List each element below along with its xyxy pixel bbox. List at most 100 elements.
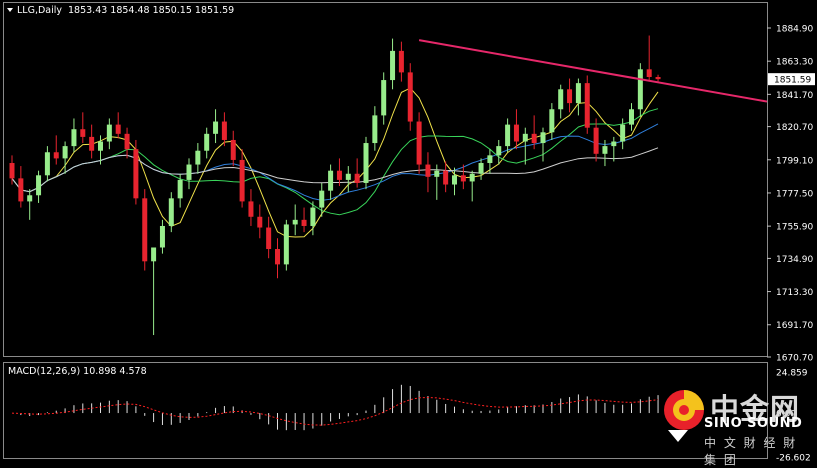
candle-body bbox=[310, 207, 316, 226]
candle bbox=[655, 74, 661, 82]
candle-body bbox=[620, 124, 626, 142]
chart-window: 1884.90 1863.30 1841.70 1820.70 1799.10 1777.… bbox=[0, 0, 817, 467]
candle-body bbox=[106, 124, 112, 142]
candle-body bbox=[18, 178, 24, 202]
resistance-trendline[interactable] bbox=[418, 39, 768, 103]
candle bbox=[195, 143, 201, 174]
candle-body bbox=[159, 225, 165, 248]
candle-body bbox=[53, 152, 59, 159]
price-tick-label: 1755.90 bbox=[776, 223, 813, 233]
candle-body bbox=[602, 146, 608, 154]
candle-body bbox=[9, 163, 15, 179]
candle bbox=[336, 158, 342, 187]
candle bbox=[496, 139, 502, 165]
candle-body bbox=[336, 170, 342, 180]
candle bbox=[106, 118, 112, 150]
candle-body bbox=[629, 109, 634, 125]
price-tick-label: 1863.30 bbox=[776, 58, 813, 68]
candle bbox=[248, 189, 254, 226]
candle bbox=[416, 112, 422, 174]
candle bbox=[292, 204, 298, 236]
candle-body bbox=[124, 133, 130, 150]
macd-label: MACD(12,26,9) 10.898 4.578 bbox=[8, 366, 147, 377]
candle bbox=[487, 149, 493, 174]
candle-body bbox=[151, 247, 157, 262]
candle-body bbox=[80, 129, 86, 137]
candle-body bbox=[275, 249, 280, 265]
candle bbox=[513, 109, 519, 150]
candle-body bbox=[71, 129, 77, 147]
candle-body bbox=[646, 69, 652, 77]
candle bbox=[407, 63, 413, 131]
candle-body bbox=[257, 216, 263, 228]
candle-body bbox=[36, 175, 42, 196]
candle bbox=[575, 78, 581, 116]
candle-body bbox=[230, 139, 236, 160]
price-axis: 1884.90 1863.30 1841.70 1820.70 1799.10 1777.… bbox=[767, 25, 815, 364]
candle-body bbox=[98, 141, 103, 151]
candle bbox=[301, 207, 307, 233]
candle bbox=[266, 216, 272, 259]
candle bbox=[478, 158, 484, 180]
candle-body bbox=[611, 141, 617, 147]
sino-sound-watermark: 中金网 SINO SOUND 中 文 財 经 財 集 团 bbox=[660, 382, 814, 467]
candle bbox=[372, 106, 378, 151]
candle-body bbox=[372, 115, 378, 144]
candle-body bbox=[89, 136, 95, 151]
price-tick-label: 1713.30 bbox=[776, 288, 813, 298]
candle-body bbox=[505, 124, 511, 147]
price-tick-label: 1884.90 bbox=[776, 25, 813, 35]
candle bbox=[469, 170, 475, 202]
candle-body bbox=[575, 83, 581, 104]
candle bbox=[611, 136, 617, 162]
candle-body bbox=[496, 146, 502, 156]
candle-body bbox=[584, 83, 590, 128]
candle bbox=[425, 152, 431, 193]
collapse-triangle-icon[interactable] bbox=[7, 8, 13, 12]
candle-body bbox=[328, 170, 334, 191]
candle bbox=[159, 219, 165, 254]
candle bbox=[646, 35, 652, 82]
candle bbox=[584, 75, 590, 134]
candle bbox=[133, 139, 139, 205]
candle bbox=[142, 189, 148, 271]
ma-long-line bbox=[11, 147, 659, 193]
candle bbox=[257, 204, 263, 239]
candle bbox=[363, 136, 369, 190]
candle-body bbox=[168, 198, 174, 226]
candle-body bbox=[142, 198, 148, 262]
candle-body bbox=[549, 109, 555, 133]
candle bbox=[505, 118, 511, 153]
candle bbox=[381, 72, 387, 125]
candle bbox=[239, 149, 245, 208]
current-price-label: 1851.59 bbox=[774, 76, 811, 86]
symbol-label: LLG,Daily bbox=[17, 5, 62, 16]
candle-body bbox=[434, 170, 440, 177]
candle bbox=[36, 170, 42, 203]
candle bbox=[345, 166, 351, 193]
candle bbox=[558, 84, 564, 119]
candle bbox=[567, 78, 573, 113]
candle bbox=[80, 112, 86, 144]
candle bbox=[390, 38, 396, 90]
candle-body bbox=[469, 173, 475, 182]
candle-body bbox=[204, 133, 210, 151]
candle bbox=[177, 173, 183, 208]
candle-body bbox=[283, 224, 289, 265]
candle-body bbox=[239, 159, 245, 202]
candle bbox=[230, 130, 236, 167]
candle bbox=[204, 127, 210, 159]
candle-body bbox=[416, 121, 422, 165]
candle-body bbox=[567, 89, 573, 104]
candle-body bbox=[522, 133, 528, 142]
candle-body bbox=[407, 72, 413, 122]
price-tick-label: 1691.70 bbox=[776, 321, 813, 331]
candle bbox=[44, 146, 50, 182]
candle-body bbox=[443, 170, 449, 185]
candle-body bbox=[133, 149, 139, 199]
candle-body bbox=[381, 80, 387, 116]
candle-body bbox=[531, 133, 537, 144]
price-tick-label: 1799.10 bbox=[776, 156, 813, 166]
candle bbox=[53, 135, 59, 165]
candle-body bbox=[248, 201, 254, 217]
